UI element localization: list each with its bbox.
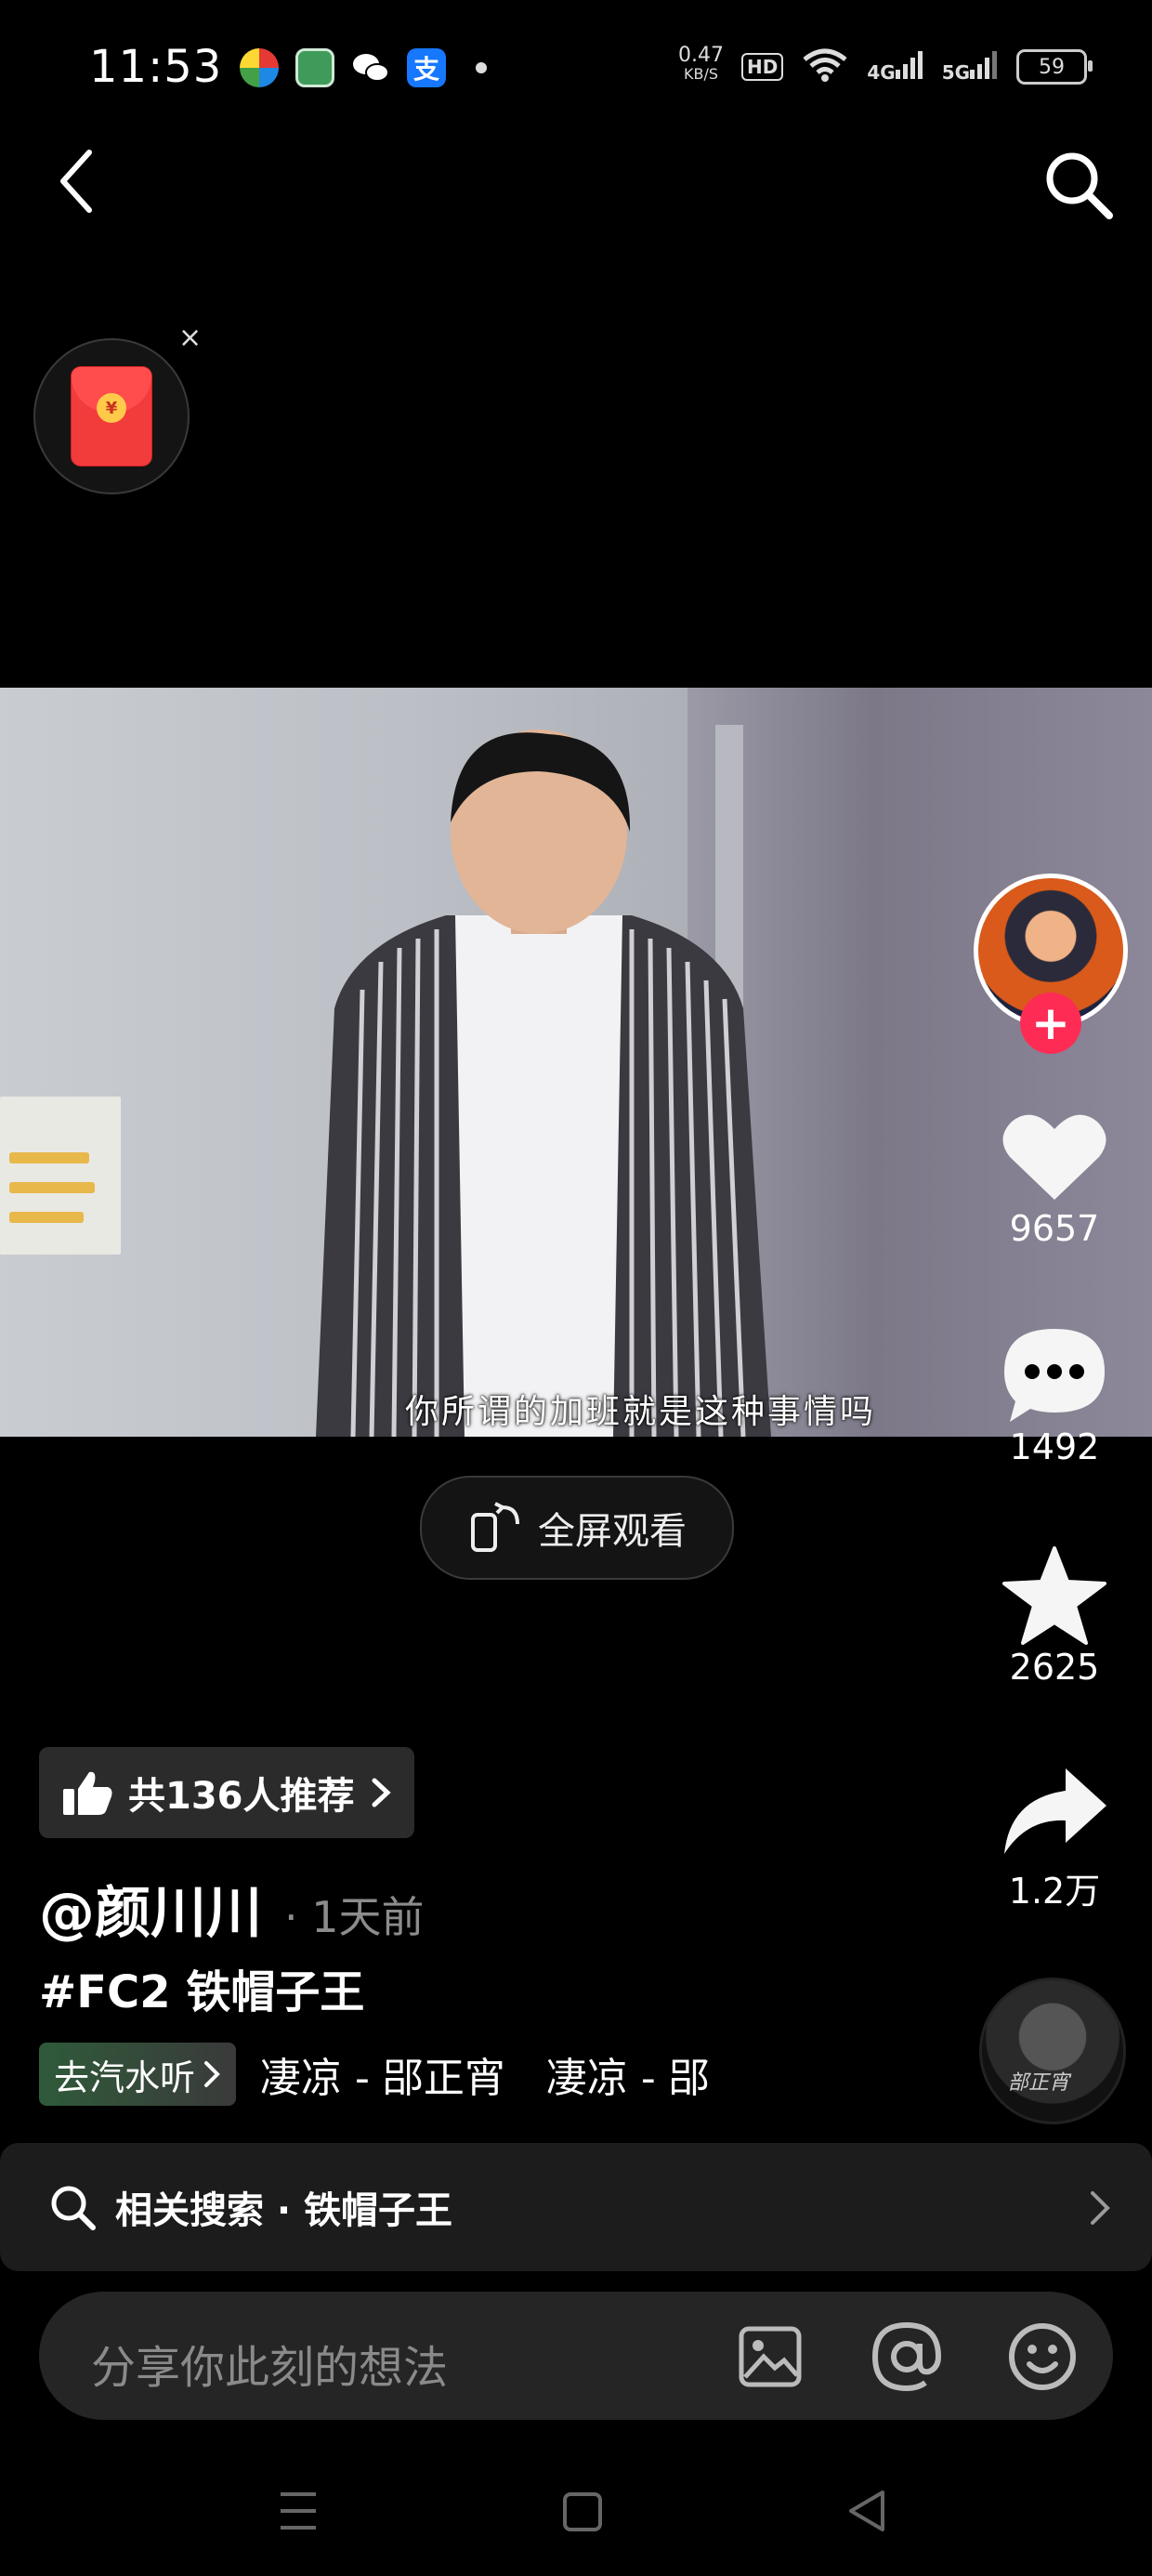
image-icon[interactable] (738, 2325, 803, 2388)
author-name[interactable]: @颜川川 (39, 1868, 262, 1949)
status-indicators: HD 4G 5G 59 (741, 48, 1093, 85)
open-music-app-button[interactable]: 去汽水听 (39, 2043, 237, 2106)
like-button[interactable]: 9657 (980, 1106, 1129, 1249)
recommend-label: 共136人推荐 (128, 1775, 355, 1818)
music-tag-label: 去汽水听 (54, 2057, 196, 2098)
video-player[interactable]: 你所谓的加班就是这种事情吗 (0, 688, 1152, 1437)
share-arrow-icon (1004, 1768, 1106, 1854)
chevron-right-icon (372, 1778, 391, 1807)
comment-input[interactable]: 分享你此刻的想法 (39, 2292, 1113, 2420)
favorite-button[interactable]: 2625 (980, 1544, 1129, 1688)
comment-placeholder: 分享你此刻的想法 (91, 2342, 449, 2394)
chevron-right-icon (1091, 2191, 1110, 2225)
chevron-right-icon (204, 2061, 220, 2087)
signal-4g: 4G (867, 50, 923, 84)
search-button[interactable] (1041, 147, 1115, 221)
follow-button[interactable]: + (1020, 992, 1081, 1054)
video-subtitle: 你所谓的加班就是这种事情吗 (405, 1393, 877, 1431)
wifi-icon (802, 48, 848, 85)
search-icon (1046, 152, 1113, 219)
music-title[interactable]: 凄凉 - 郘正宵 凄凉 - 郘正宵 (260, 2044, 708, 2104)
home-icon[interactable] (561, 2489, 604, 2533)
recommend-button[interactable]: 共136人推荐 (39, 1747, 414, 1838)
comment-bubble-icon (1004, 1329, 1105, 1422)
post-time: · 1天前 (284, 1892, 425, 1942)
wechat-icon (351, 48, 390, 87)
network-speed: 0.47 KB/S (678, 46, 724, 84)
related-search-bar[interactable]: 相关搜索 · 铁帽子王 (0, 2143, 1152, 2271)
net-speed-unit: KB/S (683, 65, 718, 83)
author-row: @颜川川 · 1天前 (39, 1868, 425, 1949)
video-person (316, 729, 771, 1437)
signal-5g: 5G (941, 50, 998, 84)
search-icon (51, 2186, 96, 2230)
notification-icons: 支 (240, 48, 487, 87)
red-packet-close-button[interactable]: × (178, 322, 202, 354)
more-notifications-dot (476, 62, 487, 73)
mention-icon[interactable] (871, 2321, 942, 2392)
share-count: 1.2万 (1008, 1871, 1101, 1912)
menu-icon[interactable] (277, 2489, 320, 2533)
battery-indicator: 59 (1016, 49, 1093, 85)
signal-4g-label: 4G (867, 60, 896, 84)
red-packet-coin: ¥ (97, 393, 126, 423)
app-pinwheel-icon (240, 48, 279, 87)
heart-icon (1002, 1114, 1106, 1200)
red-packet-button[interactable]: ¥ (33, 338, 190, 494)
music-row: 去汽水听 凄凉 - 郘正宵 凄凉 - 郘正宵 (39, 2043, 708, 2106)
emoji-icon[interactable] (1007, 2321, 1078, 2392)
comment-button[interactable]: 1492 (980, 1324, 1129, 1467)
favorite-count: 2625 (1009, 1647, 1100, 1688)
hd-badge: HD (741, 53, 784, 81)
system-nav-bar (0, 2453, 1152, 2576)
net-speed-value: 0.47 (678, 44, 724, 67)
status-time: 11:53 (89, 41, 223, 93)
back-nav-icon[interactable] (845, 2489, 888, 2533)
hashtag-link[interactable]: #FC2 铁帽子王 (39, 1955, 364, 2020)
share-button[interactable]: 1.2万 (980, 1760, 1129, 1913)
comment-count: 1492 (1009, 1426, 1100, 1467)
thumbs-up-icon (63, 1771, 112, 1815)
related-search-label: 相关搜索 · 铁帽子王 (115, 2189, 453, 2232)
red-envelope-icon: ¥ (72, 367, 151, 466)
fullscreen-label: 全屏观看 (538, 1510, 687, 1553)
signal-5g-label: 5G (941, 60, 971, 84)
wall-poster (0, 1097, 121, 1255)
music-disc-button[interactable]: 部正宵 (979, 1978, 1126, 2124)
star-icon (1002, 1546, 1106, 1645)
fullscreen-button[interactable]: 全屏观看 (420, 1476, 734, 1580)
chevron-left-icon (60, 150, 92, 213)
like-count: 9657 (1009, 1208, 1100, 1249)
back-button[interactable] (58, 149, 95, 214)
rotate-screen-icon (471, 1502, 519, 1552)
app-green-icon (295, 48, 334, 87)
alipay-icon: 支 (407, 48, 446, 87)
music-disc-text: 部正宵 (1008, 2071, 1070, 2095)
